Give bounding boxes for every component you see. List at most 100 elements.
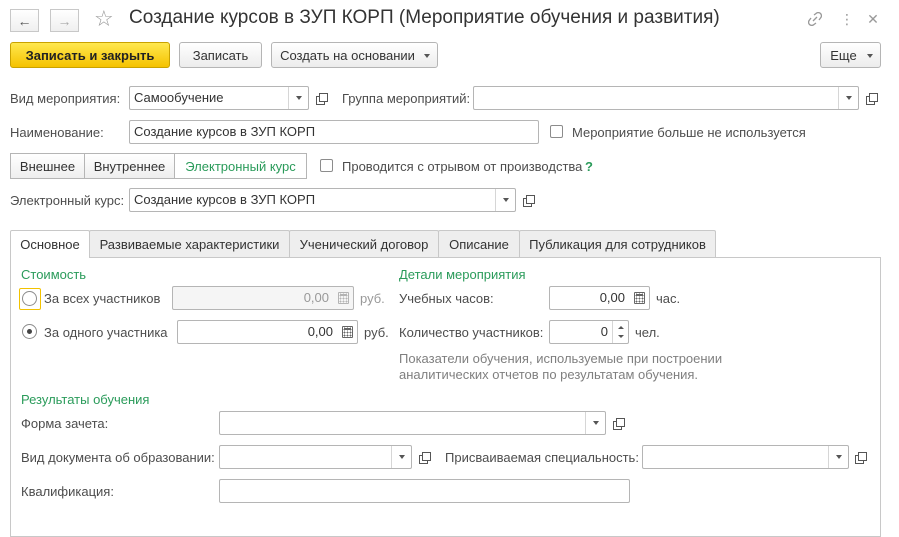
calculator-icon (341, 326, 353, 338)
participants-label: Количество участников: (399, 325, 544, 340)
education-doc-field[interactable] (219, 445, 412, 469)
qualification-input[interactable] (219, 479, 630, 503)
event-type-value: Самообучение (134, 90, 224, 105)
chevron-down-icon (845, 96, 852, 100)
cost-all-currency: руб. (360, 291, 385, 306)
open-ecourse-button[interactable] (518, 188, 538, 212)
open-specialty-button[interactable] (850, 445, 870, 469)
event-group-label: Группа мероприятий: (342, 91, 471, 106)
create-based-on-button[interactable]: Создать на основании (271, 42, 438, 68)
event-type-label: Вид мероприятия: (10, 91, 121, 106)
tab-student-contract[interactable]: Ученический договор (289, 230, 439, 257)
save-and-close-button[interactable]: Записать и закрыть (10, 42, 170, 68)
spinner[interactable] (612, 321, 628, 343)
open-icon (522, 194, 535, 207)
open-education-doc-button[interactable] (414, 445, 434, 469)
open-icon (315, 92, 328, 105)
ecourse-label: Электронный курс: (10, 193, 125, 208)
off-job-checkbox[interactable] (320, 159, 333, 172)
cost-one-value: 0,00 (307, 324, 333, 339)
tab-main[interactable]: Основное (10, 230, 90, 258)
name-input[interactable]: Создание курсов в ЗУП КОРП (129, 120, 539, 144)
tab-characteristics[interactable]: Развиваемые характеристики (89, 230, 290, 257)
mode-elearning-button[interactable]: Электронный курс (174, 153, 307, 179)
link-icon[interactable] (806, 10, 824, 28)
calculator-button[interactable] (333, 287, 353, 309)
forward-button[interactable]: → (50, 9, 79, 32)
open-form-of-test-button[interactable] (608, 411, 628, 435)
cost-header: Стоимость (21, 267, 87, 282)
cost-one-input[interactable]: 0,00 (177, 320, 358, 344)
arrow-right-icon: → (57, 12, 72, 29)
open-icon (418, 451, 431, 464)
event-type-field[interactable]: Самообучение (129, 86, 309, 110)
dropdown-button[interactable] (585, 412, 605, 434)
hours-input[interactable]: 0,00 (549, 286, 650, 310)
cost-all-label: За всех участников (44, 291, 161, 306)
open-icon (612, 417, 625, 430)
page-title: Создание курсов в ЗУП КОРП (Мероприятие … (129, 7, 720, 28)
specialty-field[interactable] (642, 445, 849, 469)
qualification-label: Квалификация: (21, 484, 114, 499)
tab-publication[interactable]: Публикация для сотрудников (519, 230, 716, 257)
not-used-checkbox[interactable] (550, 125, 563, 138)
cost-all-value: 0,00 (303, 290, 329, 305)
more-vertical-icon[interactable]: ⋮ (838, 10, 856, 28)
save-button[interactable]: Записать (179, 42, 262, 68)
calculator-button[interactable] (629, 287, 649, 309)
create-based-on-label: Создать на основании (280, 47, 415, 63)
open-icon (854, 451, 867, 464)
details-header: Детали мероприятия (399, 267, 526, 282)
chevron-down-icon (295, 96, 302, 100)
spin-up-icon (618, 326, 624, 329)
dropdown-button[interactable] (288, 87, 308, 109)
calculator-icon (633, 292, 645, 304)
cost-one-currency: руб. (364, 325, 389, 340)
cost-one-radio[interactable] (22, 324, 37, 339)
dropdown-button[interactable] (838, 87, 858, 109)
ecourse-value: Создание курсов в ЗУП КОРП (134, 192, 316, 207)
close-icon[interactable]: ✕ (864, 10, 882, 28)
participants-input[interactable]: 0 (549, 320, 629, 344)
form-of-test-field[interactable] (219, 411, 606, 435)
cost-all-input[interactable]: 0,00 (172, 286, 354, 310)
hours-label: Учебных часов: (399, 291, 494, 306)
more-button[interactable]: Еще (820, 42, 881, 68)
star-icon[interactable]: ☆ (94, 6, 114, 32)
arrow-left-icon: ← (17, 12, 32, 29)
calculator-button[interactable] (337, 321, 357, 343)
chevron-down-icon (398, 455, 405, 459)
form-of-test-label: Форма зачета: (21, 416, 109, 431)
chevron-down-icon (835, 455, 842, 459)
dropdown-button[interactable] (391, 446, 411, 468)
participants-value: 0 (600, 324, 608, 339)
name-value: Создание курсов в ЗУП КОРП (134, 124, 316, 139)
dropdown-button[interactable] (495, 189, 515, 211)
hours-unit: час. (656, 291, 681, 306)
off-job-label: Проводится с отрывом от производства (342, 159, 583, 174)
chevron-down-icon (592, 421, 599, 425)
event-group-field[interactable] (473, 86, 859, 110)
tab-description[interactable]: Описание (438, 230, 520, 257)
specialty-label: Присваиваемая специальность: (445, 450, 639, 465)
back-button[interactable]: ← (10, 9, 39, 32)
cost-all-radio[interactable] (22, 291, 37, 306)
not-used-label: Мероприятие больше не используется (572, 125, 806, 140)
more-label: Еще (830, 47, 857, 63)
mode-external-button[interactable]: Внешнее (10, 153, 85, 179)
open-event-group-button[interactable] (861, 86, 881, 110)
ecourse-field[interactable]: Создание курсов в ЗУП КОРП (129, 188, 516, 212)
name-label: Наименование: (10, 125, 104, 140)
participants-unit: чел. (635, 325, 660, 340)
open-event-type-button[interactable] (311, 86, 331, 110)
chevron-down-icon (424, 54, 430, 58)
hours-value: 0,00 (599, 290, 625, 305)
cost-one-label: За одного участника (44, 325, 168, 340)
help-icon[interactable]: ? (585, 159, 593, 174)
dropdown-button[interactable] (828, 446, 848, 468)
chevron-down-icon (867, 54, 873, 58)
mode-internal-button[interactable]: Внутреннее (84, 153, 175, 179)
calculator-icon (337, 292, 349, 304)
results-header: Результаты обучения (21, 392, 150, 407)
spin-down-icon (618, 335, 624, 338)
